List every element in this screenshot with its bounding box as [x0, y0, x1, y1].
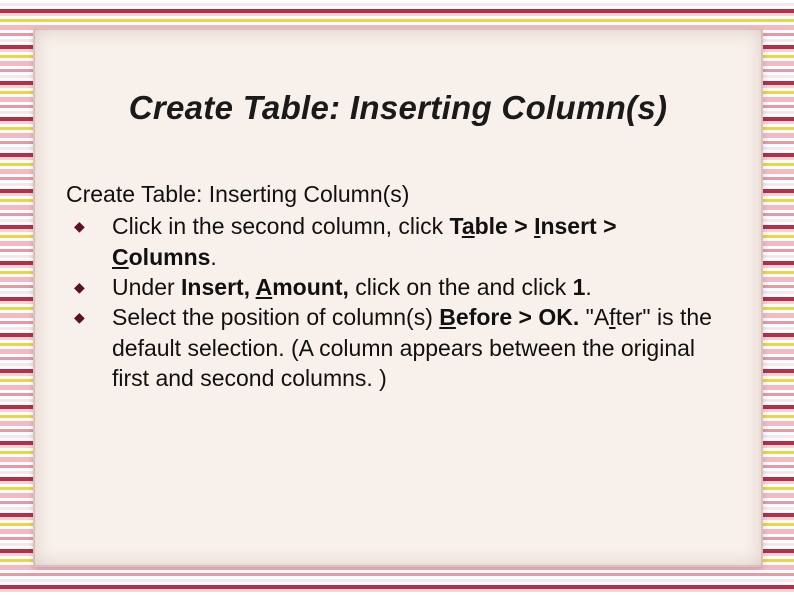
- strong-text: 1: [573, 274, 586, 300]
- strong-text: Insert, Amount,: [181, 274, 349, 300]
- slide-title: Create Table: Inserting Column(s): [34, 89, 762, 127]
- strong-text: Before > OK.: [439, 304, 579, 330]
- mnemonic: C: [112, 244, 129, 270]
- mnemonic: a: [462, 213, 475, 239]
- t: mount,: [272, 274, 349, 300]
- t: Insert,: [181, 274, 256, 300]
- t: T: [449, 213, 461, 239]
- t: ble >: [475, 213, 534, 239]
- bullet-list: Click in the second column, click Table …: [66, 211, 722, 393]
- text: "A: [579, 304, 609, 330]
- t: efore > OK.: [456, 304, 579, 330]
- t: nsert >: [540, 213, 616, 239]
- list-item: Click in the second column, click Table …: [66, 211, 722, 272]
- mnemonic: A: [256, 274, 273, 300]
- list-item: Select the position of column(s) Before …: [66, 302, 722, 393]
- text: Click in the second column, click: [112, 213, 449, 239]
- text: Select the position of column(s): [112, 304, 439, 330]
- text: click on the and click: [349, 274, 573, 300]
- mnemonic: B: [439, 304, 456, 330]
- text: Under: [112, 274, 181, 300]
- section-subtitle: Create Table: Inserting Column(s): [66, 179, 722, 209]
- t: olumns: [129, 244, 211, 270]
- text: .: [210, 244, 216, 270]
- slide-body: Create Table: Inserting Column(s) Click …: [66, 179, 722, 394]
- content-panel: Create Table: Inserting Column(s) Create…: [33, 28, 763, 567]
- text: .: [585, 274, 591, 300]
- list-item: Under Insert, Amount, click on the and c…: [66, 272, 722, 302]
